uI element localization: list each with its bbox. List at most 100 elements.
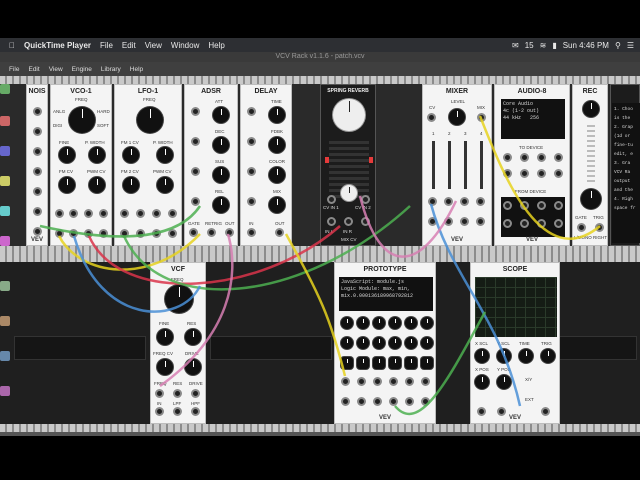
- menu-view[interactable]: View: [145, 41, 162, 50]
- knob-resonance[interactable]: [185, 329, 201, 345]
- knob-y-scale[interactable]: [497, 349, 511, 363]
- jack-fm1[interactable]: [120, 209, 129, 218]
- jack-black-noise[interactable]: [33, 227, 42, 236]
- module-vcf[interactable]: VCF FREQ FINE RES FREQ CV DRIVE FREQ RES…: [150, 262, 206, 424]
- jack-in-3[interactable]: [460, 197, 469, 206]
- jack-hpf-out[interactable]: [191, 407, 200, 416]
- jack-blue-noise[interactable]: [33, 187, 42, 196]
- jack-pwm[interactable]: [168, 209, 177, 218]
- jack-retrig[interactable]: [207, 228, 216, 237]
- knob-frequency[interactable]: [137, 107, 163, 133]
- module-lfo-1[interactable]: LFO-1 FREQ FM 1 CV P. WIDTH FM 2 CV PWM …: [114, 84, 182, 246]
- jack-from-device-7[interactable]: [537, 219, 546, 228]
- prototype-knob[interactable]: [357, 317, 369, 329]
- jack-time-cv[interactable]: [247, 107, 256, 116]
- rack-canvas[interactable]: NOIS VEV VCO-1 FREQ ANLG DIGI HARD SOFT …: [0, 76, 640, 432]
- fader-channel-2[interactable]: [448, 141, 451, 189]
- rack-menu-engine[interactable]: Engine: [72, 66, 92, 73]
- jack-saw-out[interactable]: [84, 229, 93, 238]
- module-delay[interactable]: DELAY TIME FDBK COLOR MIX IN OUT: [240, 84, 292, 246]
- jack-from-device-6[interactable]: [520, 219, 529, 228]
- module-spring-reverb[interactable]: SPRING REVERB CV IN 1 CV IN 2 IN L IN R …: [320, 84, 376, 246]
- jack-in-r[interactable]: [344, 217, 353, 226]
- control-center-icon[interactable]: ☰: [627, 41, 634, 50]
- prototype-jack[interactable]: [357, 397, 366, 406]
- jack-white-noise[interactable]: [33, 107, 42, 116]
- jack-gray-noise[interactable]: [33, 207, 42, 216]
- jack-in-l[interactable]: [327, 217, 336, 226]
- menu-file[interactable]: File: [100, 41, 113, 50]
- jack-attack-cv[interactable]: [191, 107, 200, 116]
- jack-from-device-4[interactable]: [554, 201, 563, 210]
- knob-rec-level[interactable]: [583, 101, 599, 117]
- rec-button[interactable]: [581, 189, 601, 209]
- knob-mix[interactable]: [269, 197, 285, 213]
- jack-to-device-2[interactable]: [520, 153, 529, 162]
- prototype-button[interactable]: [357, 357, 369, 369]
- jack-level-cv[interactable]: [427, 113, 436, 122]
- knob-wet[interactable]: [333, 99, 365, 131]
- jack-gate[interactable]: [189, 228, 198, 237]
- jack-reset[interactable]: [152, 209, 161, 218]
- prototype-jack[interactable]: [373, 397, 382, 406]
- jack-cv-1[interactable]: [428, 217, 437, 226]
- knob-trigger[interactable]: [541, 349, 555, 363]
- jack-delay-out[interactable]: [275, 228, 284, 237]
- jack-sin-out[interactable]: [120, 229, 129, 238]
- audio-block-size[interactable]: 256: [530, 115, 539, 121]
- jack-voct[interactable]: [55, 209, 64, 218]
- desktop-file-icon[interactable]: [0, 386, 10, 396]
- battery-icon[interactable]: ▮: [552, 41, 556, 50]
- rack-menu-library[interactable]: Library: [101, 66, 121, 73]
- jack-drive-cv[interactable]: [191, 389, 200, 398]
- desktop-file-icon[interactable]: [0, 281, 10, 291]
- desktop-file-icon[interactable]: [0, 146, 10, 156]
- desktop-file-icon[interactable]: [0, 236, 10, 246]
- jack-sqr-out[interactable]: [99, 229, 108, 238]
- audio-sample-rate[interactable]: 44 kHz: [503, 115, 521, 121]
- jack-from-device-1[interactable]: [503, 201, 512, 210]
- menu-edit[interactable]: Edit: [122, 41, 136, 50]
- jack-from-device-8[interactable]: [554, 219, 563, 228]
- knob-decay[interactable]: [213, 137, 229, 153]
- jack-to-device-6[interactable]: [520, 169, 529, 178]
- prototype-knob[interactable]: [357, 337, 369, 349]
- prototype-jack[interactable]: [421, 397, 430, 406]
- jack-violet-noise[interactable]: [33, 167, 42, 176]
- jack-to-device-1[interactable]: [503, 153, 512, 162]
- jack-fm[interactable]: [69, 209, 78, 218]
- menubar-clock[interactable]: Sun 4:46 PM: [563, 41, 609, 50]
- wifi-icon[interactable]: ≋: [540, 41, 547, 50]
- jack-cv-2[interactable]: [444, 217, 453, 226]
- spotlight-icon[interactable]: ⚲: [615, 41, 621, 50]
- jack-from-device-5[interactable]: [503, 219, 512, 228]
- fader-channel-3[interactable]: [464, 141, 467, 189]
- horizontal-scrollbar[interactable]: [0, 432, 640, 436]
- fader-channel-1[interactable]: [432, 141, 435, 189]
- jack-feedback-cv[interactable]: [247, 137, 256, 146]
- prototype-button[interactable]: [373, 357, 385, 369]
- knob-fm1-cv[interactable]: [123, 147, 139, 163]
- jack-sustain-cv[interactable]: [191, 167, 200, 176]
- prototype-jack[interactable]: [389, 377, 398, 386]
- jack-decay-cv[interactable]: [191, 137, 200, 146]
- jack-from-device-3[interactable]: [537, 201, 546, 210]
- knob-frequency[interactable]: [69, 107, 95, 133]
- jack-cv-4[interactable]: [476, 217, 485, 226]
- knob-cutoff[interactable]: [165, 285, 193, 313]
- knob-x-scale[interactable]: [475, 349, 489, 363]
- knob-fm-cv[interactable]: [59, 177, 75, 193]
- module-rec[interactable]: REC GATE TRIG L/MONO RIGHT: [572, 84, 608, 246]
- knob-pulse-width[interactable]: [89, 147, 105, 163]
- jack-envelope-out[interactable]: [225, 228, 234, 237]
- jack-color-cv[interactable]: [247, 167, 256, 176]
- jack-to-device-5[interactable]: [503, 169, 512, 178]
- desktop-file-icon[interactable]: [0, 351, 10, 361]
- jack-cv-3[interactable]: [460, 217, 469, 226]
- jack-mix-out[interactable]: [361, 217, 370, 226]
- knob-freq-cv[interactable]: [157, 359, 173, 375]
- module-adsr[interactable]: ADSR ATT DEC SUS REL GATE RETRIG OUT: [184, 84, 238, 246]
- prototype-knob[interactable]: [405, 317, 417, 329]
- jack-pwm[interactable]: [99, 209, 108, 218]
- knob-time[interactable]: [269, 107, 285, 123]
